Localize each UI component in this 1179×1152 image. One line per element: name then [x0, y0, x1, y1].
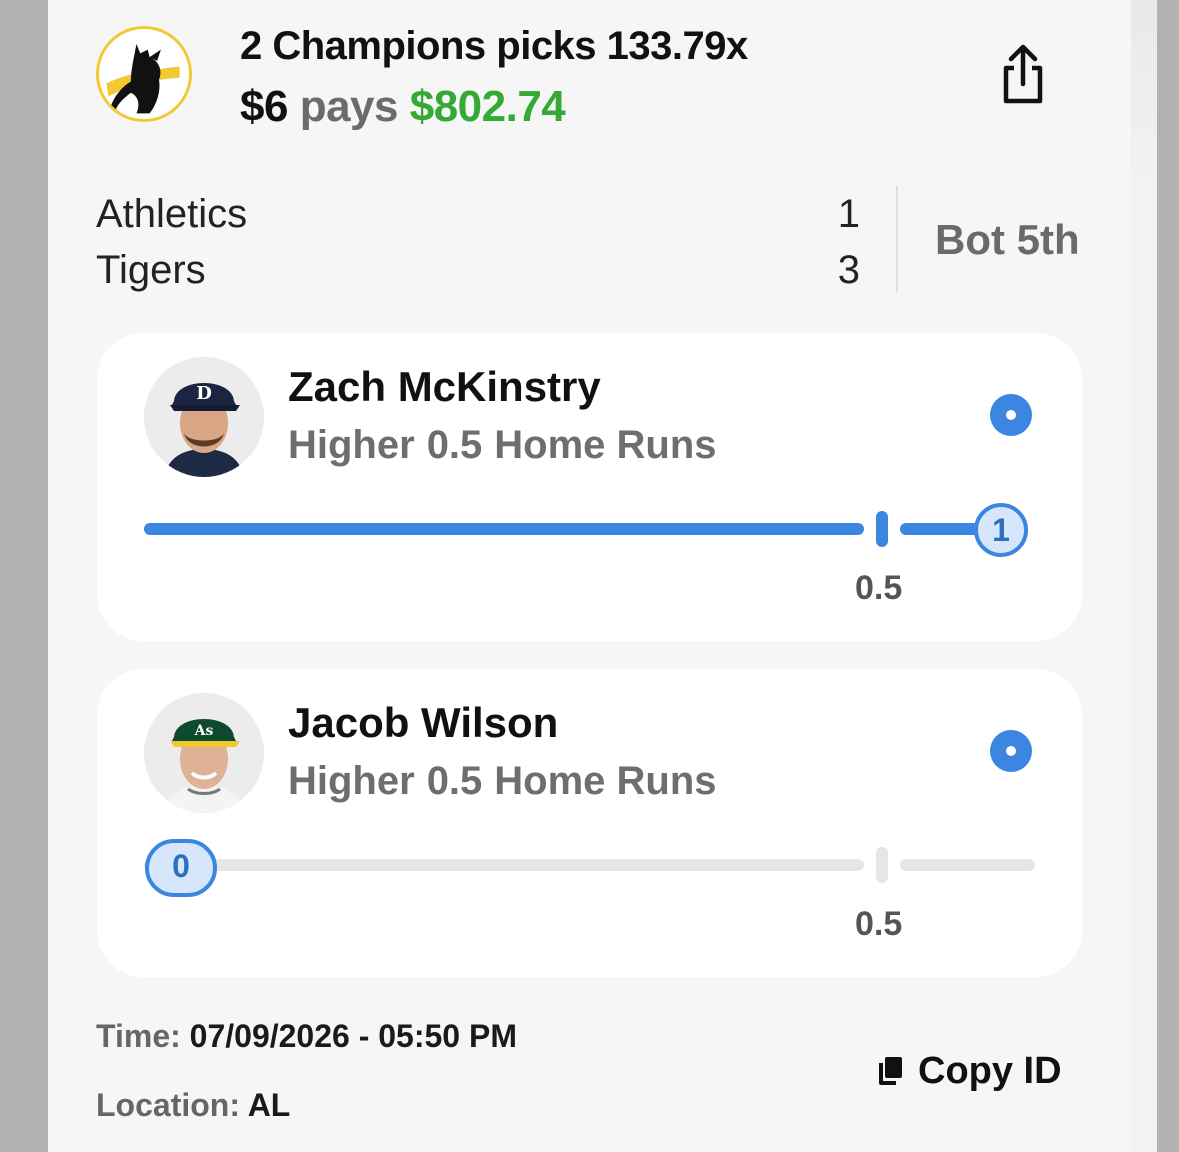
pick-card-1[interactable]: D Zach McKinstry Higher 0.5 Home Runs 1 0.…	[97, 333, 1082, 641]
pick-stat: Home Runs	[494, 423, 717, 467]
pays-label: pays	[299, 82, 399, 131]
progress-knob: 0	[145, 839, 217, 897]
team-away-name: Athletics	[96, 192, 248, 236]
live-indicator-icon	[990, 730, 1032, 772]
team-home-score: 3	[837, 248, 860, 292]
payout-amount: $802.74	[409, 82, 566, 131]
team-home-name: Tigers	[96, 248, 206, 292]
share-icon[interactable]	[996, 44, 1050, 106]
entry-location: Location: AL	[96, 1087, 290, 1124]
payout-line: $6 pays $802.74	[240, 82, 566, 132]
location-value: AL	[247, 1087, 291, 1123]
pick-stat: Home Runs	[494, 759, 717, 803]
player-avatar: As	[144, 693, 264, 813]
scoreboard-divider	[896, 186, 898, 292]
progress-track-empty	[144, 859, 864, 871]
copy-id-label: Copy ID	[918, 1050, 1062, 1092]
threshold-tick	[876, 511, 888, 547]
copy-id-button[interactable]: Copy ID	[876, 1050, 1062, 1093]
copy-icon	[876, 1054, 904, 1086]
team-away-score: 1	[837, 192, 860, 236]
threshold-label: 0.5	[855, 905, 903, 943]
stake-amount: $6	[240, 82, 288, 131]
pick-card-2[interactable]: As Jacob Wilson Higher 0.5 Home Runs 0 0.5	[97, 669, 1082, 977]
pick-direction: Higher	[288, 759, 415, 803]
game-inning-status: Bot 5th	[935, 216, 1080, 263]
progress-knob: 1	[974, 503, 1028, 557]
threshold-label: 0.5	[855, 569, 903, 607]
player-name: Zach McKinstry	[288, 363, 601, 410]
entry-title: 2 Champions picks 133.79x	[240, 24, 748, 68]
pick-line: Higher 0.5 Home Runs	[288, 759, 717, 804]
pick-line: Higher 0.5 Home Runs	[288, 423, 717, 468]
threshold-tick	[876, 847, 888, 883]
svg-text:As: As	[194, 723, 214, 739]
player-avatar: D	[144, 357, 264, 477]
progress-track-filled	[144, 523, 864, 535]
pick-direction: Higher	[288, 423, 415, 467]
player-name: Jacob Wilson	[288, 699, 559, 746]
live-indicator-icon	[990, 394, 1032, 436]
adjacent-card-shadow	[1131, 0, 1157, 185]
entry-time: Time: 07/09/2026 - 05:50 PM	[96, 1018, 517, 1055]
time-value: 07/09/2026 - 05:50 PM	[189, 1018, 517, 1054]
location-label: Location:	[96, 1087, 240, 1123]
dog-logo-icon	[96, 26, 192, 122]
progress-track-over	[900, 859, 1035, 871]
pick-line-value: 0.5	[426, 759, 483, 803]
time-label: Time:	[96, 1018, 181, 1054]
svg-text:D: D	[196, 383, 212, 404]
pick-line-value: 0.5	[426, 423, 483, 467]
